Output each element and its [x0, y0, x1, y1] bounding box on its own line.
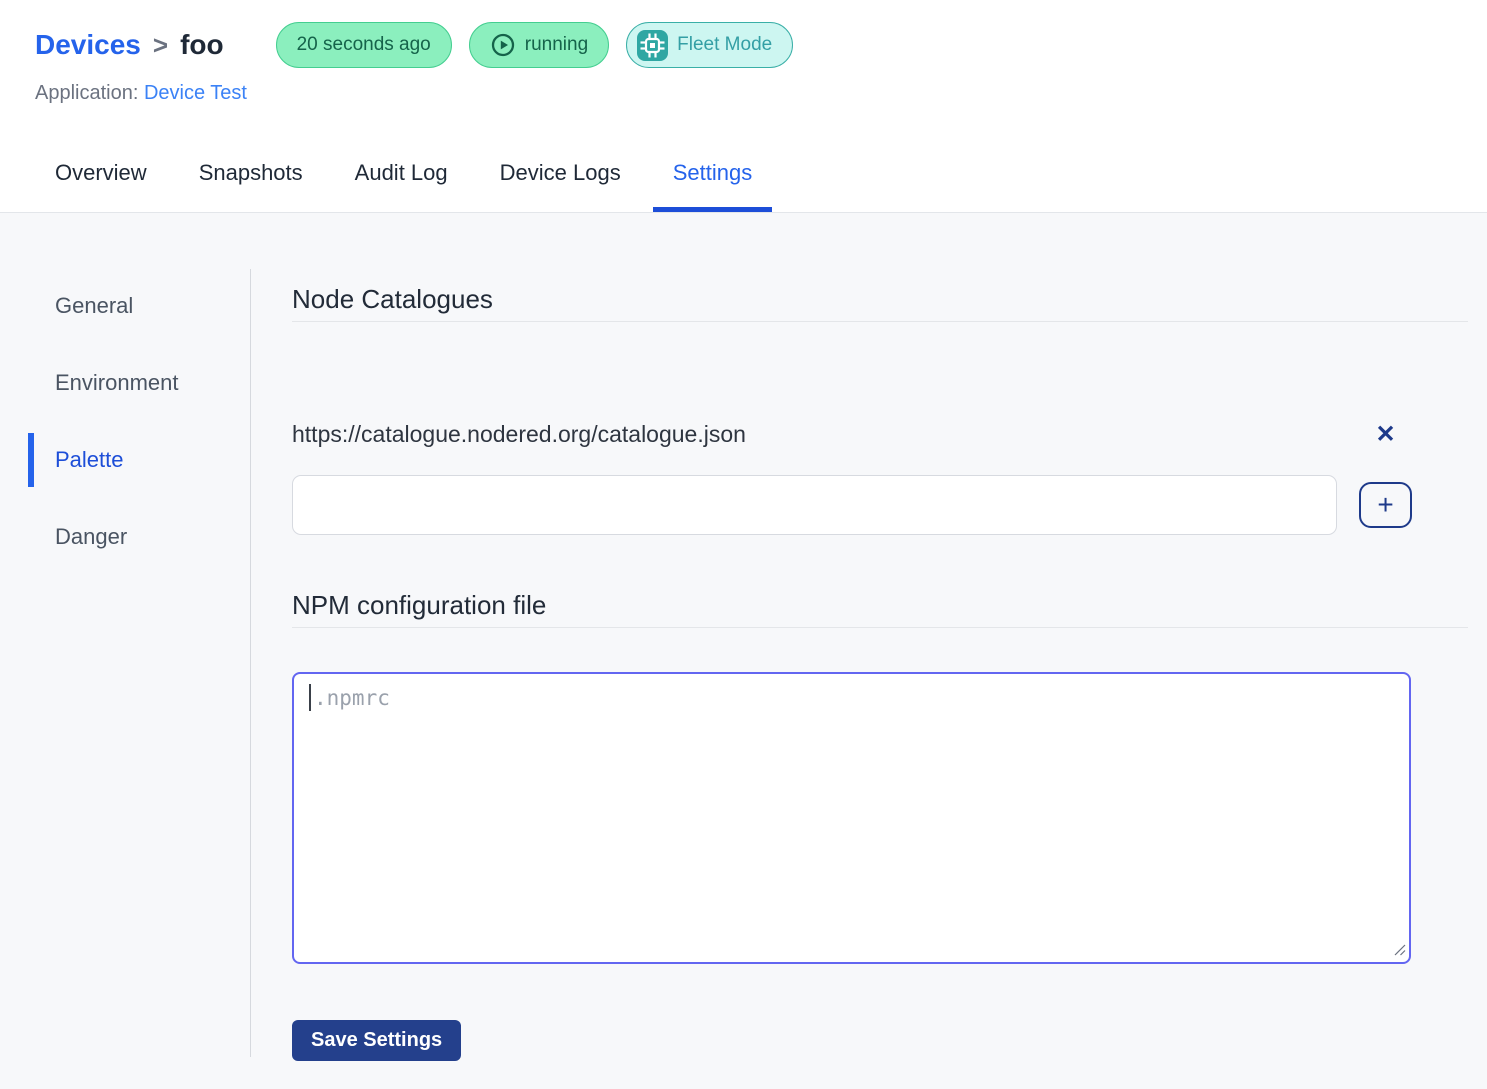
tab-bar: Overview Snapshots Audit Log Device Logs… — [35, 158, 1487, 212]
status-badges: 20 seconds ago running — [276, 22, 794, 68]
add-catalogue-button[interactable]: + — [1359, 482, 1412, 528]
npm-config-title: NPM configuration file — [292, 590, 1468, 620]
settings-content: General Environment Palette Danger Node … — [0, 213, 1487, 1089]
running-status-badge: running — [469, 22, 609, 68]
application-row: Application: Device Test — [35, 82, 1487, 107]
last-seen-text: 20 seconds ago — [297, 34, 431, 56]
sidebar-item-palette-label: Palette — [55, 447, 124, 472]
catalogue-list: https://catalogue.nodered.org/catalogue.… — [292, 420, 1468, 535]
application-label: Application: — [35, 82, 138, 104]
fleet-mode-text: Fleet Mode — [677, 34, 772, 56]
breadcrumb: Devices > foo 20 seconds ago running — [35, 22, 1487, 68]
chevron-right-icon: > — [153, 30, 168, 61]
catalogue-url: https://catalogue.nodered.org/catalogue.… — [292, 421, 1337, 448]
node-catalogues-title: Node Catalogues — [292, 284, 1468, 314]
plus-icon: + — [1377, 491, 1393, 519]
fleet-mode-badge: Fleet Mode — [626, 22, 793, 68]
running-status-text: running — [525, 34, 588, 56]
tab-overview[interactable]: Overview — [35, 158, 167, 212]
breadcrumb-devices-link[interactable]: Devices — [35, 29, 141, 61]
breadcrumb-device-name: foo — [180, 29, 224, 61]
npm-config-wrapper — [292, 672, 1411, 969]
text-cursor — [309, 684, 311, 711]
tab-device-logs[interactable]: Device Logs — [480, 158, 641, 212]
tab-snapshots[interactable]: Snapshots — [179, 158, 323, 212]
device-settings-page: Devices > foo 20 seconds ago running — [0, 0, 1487, 1089]
tab-audit-log[interactable]: Audit Log — [335, 158, 468, 212]
sidebar-item-danger[interactable]: Danger — [0, 525, 250, 549]
save-settings-button[interactable]: Save Settings — [292, 1020, 461, 1061]
remove-catalogue-button[interactable]: ✕ — [1359, 420, 1412, 449]
section-divider — [292, 627, 1468, 628]
close-icon: ✕ — [1375, 420, 1395, 449]
settings-sidebar: General Environment Palette Danger — [0, 213, 250, 1089]
last-seen-badge: 20 seconds ago — [276, 22, 452, 68]
play-circle-icon — [490, 32, 516, 58]
sidebar-item-general[interactable]: General — [0, 294, 250, 318]
sidebar-item-palette[interactable]: Palette — [0, 448, 250, 472]
tab-settings[interactable]: Settings — [653, 158, 773, 212]
palette-settings-panel: Node Catalogues https://catalogue.nodere… — [251, 213, 1487, 1089]
cpu-chip-icon — [637, 30, 668, 61]
section-divider — [292, 321, 1468, 322]
npm-config-textarea[interactable] — [292, 672, 1411, 964]
page-header: Devices > foo 20 seconds ago running — [0, 0, 1487, 213]
application-link[interactable]: Device Test — [144, 82, 247, 104]
active-indicator-bar — [28, 433, 34, 487]
add-catalogue-input[interactable] — [292, 475, 1337, 535]
sidebar-item-environment[interactable]: Environment — [0, 371, 250, 395]
